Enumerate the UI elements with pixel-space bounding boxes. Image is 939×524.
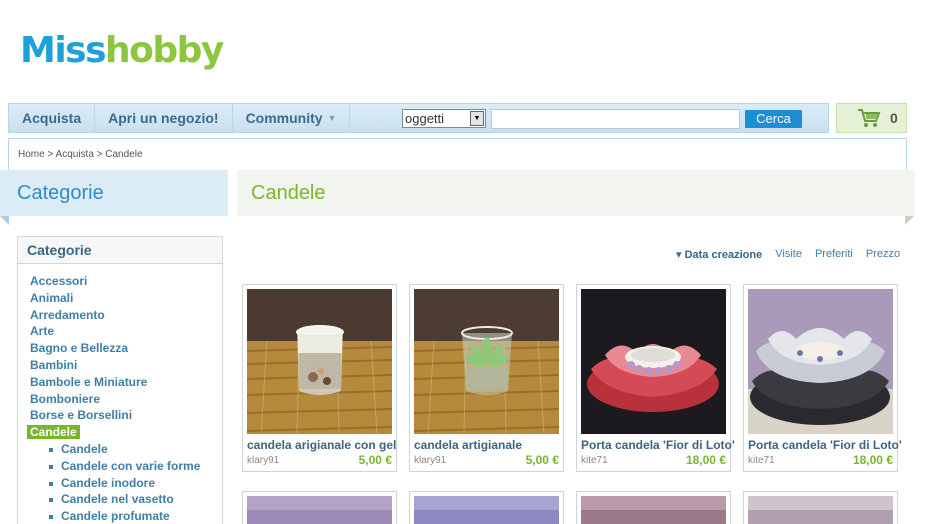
bullet-icon [49,464,53,469]
product-card[interactable]: Porta candela 'Fior di Loto' kite71 18,0… [576,284,735,472]
main-navbar: Acquista Apri un negozio! Community ▼ og… [8,103,829,133]
product-image[interactable] [748,289,893,434]
product-image[interactable] [581,289,726,434]
dropdown-arrow-icon[interactable]: ▼ [470,111,484,126]
page-title: Candele [237,170,915,216]
sort-option-visite[interactable]: Visite [775,248,802,261]
category-item[interactable]: Accessori [30,273,222,290]
nav-item-apri-negozio[interactable]: Apri un negozio! [95,104,233,132]
product-card[interactable] [576,491,731,524]
product-image[interactable] [247,496,392,524]
ribbon-fold [905,216,914,225]
category-item[interactable]: Borse e Borsellini [30,407,222,424]
product-price: 5,00 € [525,453,559,467]
subcategory-item[interactable]: Candele nel vasetto [49,491,222,508]
category-box-title: Categorie [18,237,222,264]
nav-item-acquista[interactable]: Acquista [9,104,96,132]
search-category-select[interactable]: oggetti ▼ [402,109,486,128]
product-image[interactable] [414,496,559,524]
product-image[interactable] [748,496,893,524]
category-item[interactable]: Arredamento [30,307,222,324]
bullet-icon [49,481,53,486]
category-item[interactable]: Bomboniere [30,391,222,408]
sort-option-data-creazione[interactable]: ▾ Data creazione [676,248,762,261]
search-button[interactable]: Cerca [745,110,802,128]
sidebar-header: Categorie [0,170,228,216]
search-input[interactable] [491,109,740,129]
category-item[interactable]: Bagno e Bellezza [30,340,222,357]
sort-option-prezzo[interactable]: Prezzo [866,248,900,261]
shopping-cart-icon [858,109,881,127]
category-item[interactable]: Arte [30,323,222,340]
category-item[interactable]: Animali [30,290,222,307]
product-image[interactable] [247,289,392,434]
product-card[interactable] [242,491,397,524]
subcategory-item[interactable]: Candele con varie forme [49,458,222,475]
category-item[interactable]: Bambole e Miniature [30,374,222,391]
product-title[interactable]: candela artigianale [414,438,522,452]
product-seller[interactable]: klary91 [247,455,279,466]
product-title[interactable]: Porta candela 'Fior di Loto' [581,438,735,452]
sort-option-preferiti[interactable]: Preferiti [815,248,853,261]
chevron-down-icon: ▼ [327,113,337,123]
cart-button[interactable]: 0 [836,103,907,133]
product-seller[interactable]: kite71 [581,455,608,466]
bullet-icon [49,515,53,520]
subcategory-item[interactable]: Candele [49,441,222,458]
category-item-active[interactable]: Candele [27,424,222,441]
product-seller[interactable]: kite71 [748,455,775,466]
product-card[interactable] [743,491,898,524]
sort-bar: ▾ Data creazione Visite Preferiti Prezzo [676,248,900,261]
category-box: Categorie Accessori Animali Arredamento … [17,236,223,524]
product-price: 18,00 € [685,453,726,467]
product-card[interactable]: candela artigianale klary91 5,00 € [409,284,564,472]
product-price: 18,00 € [852,453,893,467]
subcategory-list: Candele Candele con varie forme Candele … [30,441,222,524]
ribbon-fold [0,216,9,225]
breadcrumb[interactable]: Home > Acquista > Candele [8,138,907,170]
product-seller[interactable]: klary91 [414,455,446,466]
product-title[interactable]: Porta candela 'Fior di Loto' [748,438,902,452]
product-title[interactable]: candela arigianale con gel [247,438,396,452]
subcategory-item[interactable]: Candele profumate [49,508,222,524]
product-card[interactable]: candela arigianale con gel klary91 5,00 … [242,284,397,472]
product-image[interactable] [414,289,559,434]
nav-item-community[interactable]: Community ▼ [233,104,351,132]
site-logo[interactable]: Misshobby [20,30,224,71]
product-image[interactable] [581,496,726,524]
product-card[interactable] [409,491,564,524]
category-item[interactable]: Bambini [30,357,222,374]
category-list: Accessori Animali Arredamento Arte Bagno… [18,264,222,523]
product-card[interactable]: Porta candela 'Fior di Loto' kite71 18,0… [743,284,902,472]
bullet-icon [49,447,53,452]
product-price: 5,00 € [358,453,392,467]
cart-count: 0 [890,110,898,126]
subcategory-item[interactable]: Candele inodore [49,475,222,492]
bullet-icon [49,498,53,503]
